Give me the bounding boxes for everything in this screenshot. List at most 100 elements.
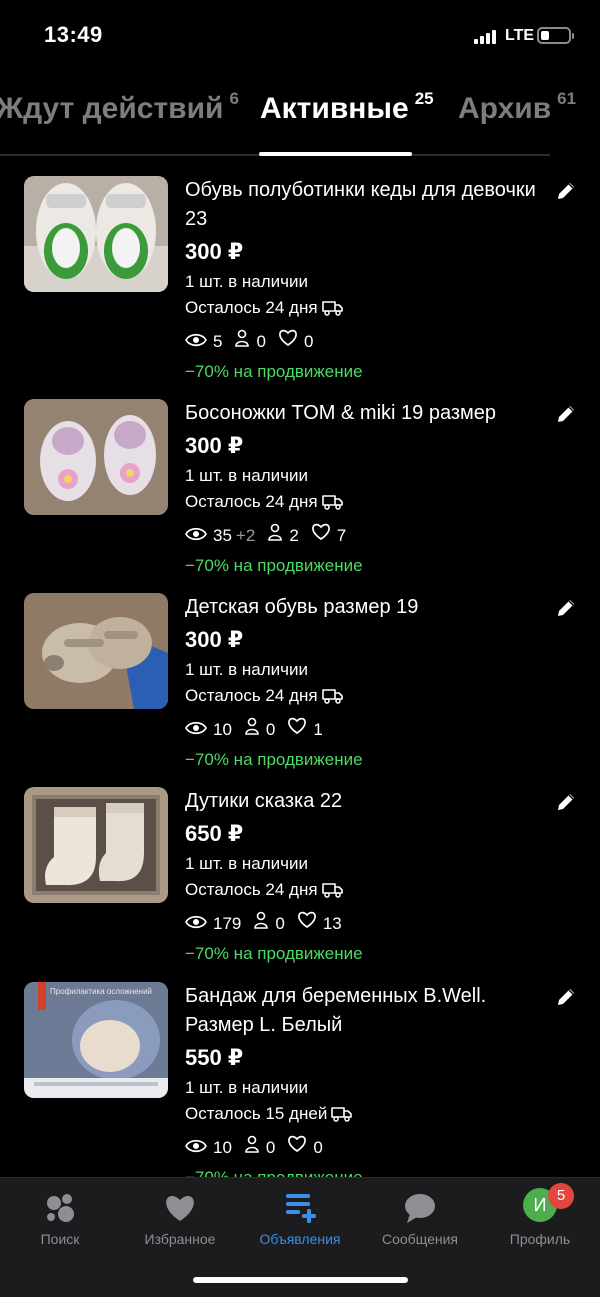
listing-remaining: Осталось 24 дня (185, 489, 545, 518)
heart-icon (278, 327, 298, 357)
views-count: 179 (213, 914, 242, 933)
eye-icon (185, 1133, 207, 1163)
notification-badge: 5 (548, 1183, 574, 1209)
eye-icon (185, 909, 207, 939)
contacts-count: 0 (265, 720, 276, 739)
edit-pencil-icon[interactable] (555, 180, 577, 202)
listing-stock: 1 шт. в наличии (185, 854, 309, 873)
nav-label: Профиль (509, 1231, 571, 1247)
views-count: 10 (213, 720, 232, 739)
heart-icon (287, 715, 307, 745)
truck-icon (321, 686, 344, 712)
nav-messages[interactable]: Сообщения (360, 1178, 480, 1268)
battery-icon (537, 27, 574, 44)
promo-link[interactable]: −70% на продвижение (185, 939, 545, 969)
contacts-count: 2 (289, 526, 299, 545)
tab-count: 61 (557, 89, 577, 108)
listing-stock: 1 шт. в наличии (185, 660, 309, 679)
sandals-photo[interactable] (24, 399, 168, 515)
tab-label: Активные (260, 92, 409, 125)
winter-boots-photo[interactable] (24, 787, 168, 903)
listing-title[interactable]: Обувь полуботинки кеды для девочки 23 (185, 176, 545, 234)
nav-label: Поиск (40, 1231, 80, 1247)
heart-icon (162, 1190, 198, 1226)
listing-remaining: Осталось 24 дня (185, 683, 545, 712)
listing-title[interactable]: Бандаж для беременных B.Well. Размер L. … (185, 982, 545, 1040)
listing-price: 300 ₽ (185, 239, 244, 264)
contacts-count: 0 (256, 332, 266, 351)
thumb-caption: Профилактика осложнений (50, 987, 152, 996)
tab-label: Архив (458, 92, 552, 125)
nav-listings[interactable]: Объявления (240, 1178, 360, 1268)
listing-remaining: Осталось 24 дня (185, 877, 545, 906)
truck-icon (321, 880, 344, 906)
truck-icon (331, 1104, 353, 1130)
remaining-text: Осталось 15 дней (185, 1104, 328, 1123)
sneakers-photo[interactable] (24, 176, 168, 292)
tab-active[interactable]: Активные 25 (260, 89, 434, 126)
tab-archive[interactable]: Архив 61 (458, 89, 577, 126)
maternity-belt-photo[interactable]: Профилактика осложнений (24, 982, 168, 1098)
favorites-count: 1 (313, 720, 323, 739)
person-icon (234, 327, 250, 357)
network-label: LTE (505, 27, 535, 44)
listing-stock: 1 шт. в наличии (185, 466, 309, 485)
remaining-text: Осталось 24 дня (185, 880, 318, 899)
contacts-count: 0 (265, 1138, 276, 1157)
listing-title[interactable]: Детская обувь размер 19 (185, 593, 545, 622)
listing-tabs: Ждут действий 6 Активные 25 Архив 61 (0, 89, 600, 156)
nav-label: Объявления (259, 1231, 341, 1247)
edit-pencil-icon[interactable] (555, 791, 577, 813)
nav-favorites[interactable]: Избранное (120, 1178, 240, 1268)
status-bar: 13:49 LTE (0, 0, 600, 72)
promo-link[interactable]: −70% на продвижение (185, 745, 545, 775)
listing-stock: 1 шт. в наличии (185, 1078, 309, 1097)
listing-stats: 10 0 1 (185, 715, 545, 745)
eye-icon (185, 327, 207, 357)
tab-count: 6 (229, 89, 239, 108)
favorites-count: 0 (303, 332, 314, 351)
home-indicator (193, 1277, 408, 1283)
listing-stats: 35 +2 2 7 (185, 521, 545, 551)
kids-shoes-photo[interactable] (24, 593, 168, 709)
truck-icon (321, 298, 344, 324)
favorites-count: 13 (322, 914, 342, 933)
person-icon (244, 715, 260, 745)
listing-stats: 10 0 0 (185, 1133, 545, 1163)
search-icon (42, 1190, 78, 1226)
listing-stats: 5 0 0 (185, 327, 545, 357)
listing-price: 300 ₽ (185, 433, 244, 458)
edit-pencil-icon[interactable] (555, 403, 577, 425)
heart-icon (311, 521, 331, 551)
eye-icon (185, 521, 207, 551)
contacts-count: 0 (275, 914, 285, 933)
listing-stock: 1 шт. в наличии (185, 272, 309, 291)
listing-price: 550 ₽ (185, 1045, 244, 1070)
listing-price: 650 ₽ (185, 821, 244, 846)
promo-link[interactable]: −70% на продвижение (185, 357, 545, 387)
listing-title[interactable]: Дутики сказка 22 (185, 787, 545, 816)
signal-icon (474, 30, 498, 44)
heart-icon (287, 1133, 307, 1163)
listings-icon (282, 1190, 318, 1226)
edit-pencil-icon[interactable] (555, 986, 577, 1008)
remaining-text: Осталось 24 дня (185, 686, 318, 705)
tab-count: 25 (414, 89, 434, 108)
views-count: 5 (213, 332, 223, 351)
person-icon (267, 521, 283, 551)
nav-label: Сообщения (382, 1231, 458, 1247)
views-count: 35 (213, 526, 232, 545)
tab-awaiting-action[interactable]: Ждут действий 6 (0, 89, 239, 126)
battery-level (541, 31, 549, 40)
remaining-text: Осталось 24 дня (185, 492, 318, 511)
eye-icon (185, 715, 207, 745)
nav-label: Избранное (144, 1231, 216, 1247)
edit-pencil-icon[interactable] (555, 597, 577, 619)
chat-icon (402, 1190, 438, 1226)
tab-indicator (259, 152, 412, 156)
listing-title[interactable]: Босоножки TOM & miki 19 размер (185, 399, 545, 428)
listing-remaining: Осталось 24 дня (185, 295, 545, 324)
nav-search[interactable]: Поиск (0, 1178, 120, 1268)
nav-profile[interactable]: И 5 Профиль (480, 1178, 600, 1268)
promo-link[interactable]: −70% на продвижение (185, 551, 545, 581)
